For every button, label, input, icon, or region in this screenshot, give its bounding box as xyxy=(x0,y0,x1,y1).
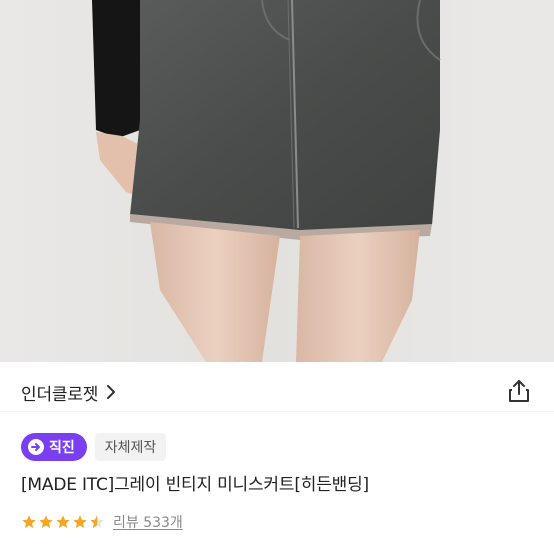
direct-shipping-label: 직진 xyxy=(49,440,75,456)
arrow-right-circle-icon xyxy=(27,438,45,456)
direct-shipping-badge: 직진 xyxy=(21,433,87,461)
share-icon xyxy=(505,380,533,409)
chevron-right-icon xyxy=(106,384,116,400)
brand-link[interactable]: 인더클로젯 xyxy=(21,375,116,409)
product-detail-page: 인더클로젯 직진 자체제작 [MADE ITC]그레이 빈티지 미니스커트[히든… xyxy=(0,0,554,554)
product-image[interactable] xyxy=(0,0,554,362)
rating-row: 리뷰 533개 xyxy=(21,512,183,532)
review-count-link[interactable]: 리뷰 533개 xyxy=(113,512,183,532)
share-button[interactable] xyxy=(505,377,533,405)
section-divider xyxy=(0,411,554,412)
star-icon xyxy=(55,514,71,530)
star-icon xyxy=(21,514,37,530)
star-half-icon xyxy=(89,514,105,530)
star-icon xyxy=(38,514,54,530)
product-title: [MADE ITC]그레이 빈티지 미니스커트[히든밴딩] xyxy=(21,475,369,495)
brand-name: 인더클로젯 xyxy=(21,384,99,405)
product-tags: 직진 자체제작 xyxy=(21,433,167,461)
self-made-badge: 자체제작 xyxy=(94,433,167,461)
star-rating xyxy=(21,514,105,530)
star-icon xyxy=(72,514,88,530)
